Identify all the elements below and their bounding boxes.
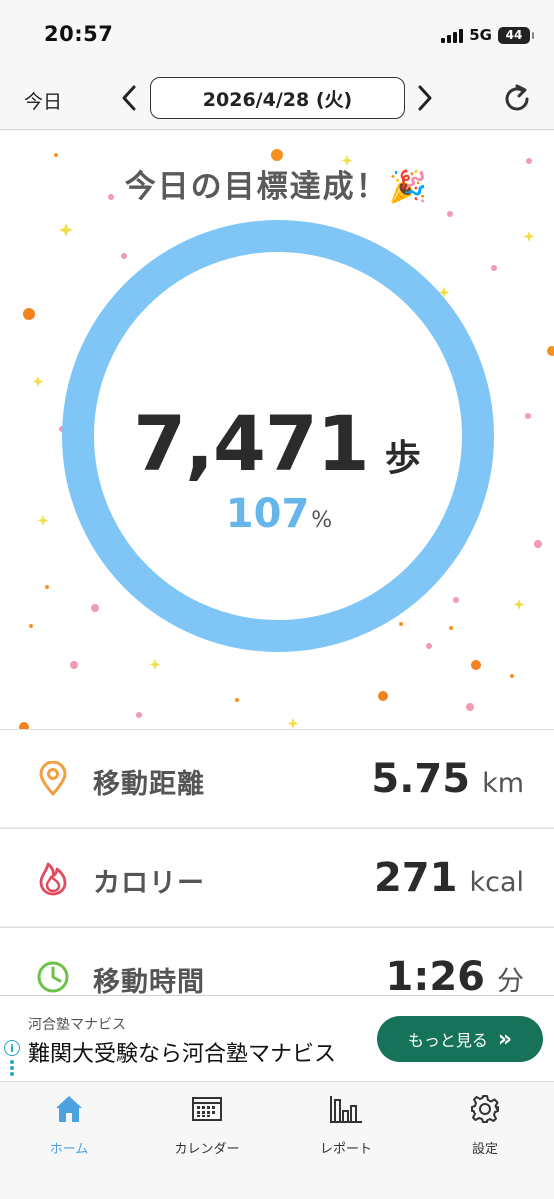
tab-label: カレンダー: [174, 1142, 240, 1157]
status-time: 20:57: [44, 22, 114, 46]
signal-icon: [441, 27, 464, 43]
bar-chart-icon: [329, 1092, 363, 1126]
clock-icon: [36, 959, 70, 995]
stat-value: 5.75 km: [371, 756, 524, 802]
steps-unit: 歩: [384, 438, 421, 479]
ad-banner[interactable]: i 河合塾マナビス 難関大受験なら河合塾マナビス もっと見る »: [0, 995, 554, 1081]
today-button[interactable]: 今日: [24, 87, 62, 114]
more-options-icon[interactable]: [10, 1060, 14, 1078]
stat-unit: kcal: [469, 867, 524, 898]
stat-label: カロリー: [93, 868, 205, 899]
percent-unit: %: [311, 508, 333, 533]
stat-row-distance: 移動距離 5.75 km: [0, 729, 554, 827]
stat-unit: km: [482, 768, 524, 799]
status-indicators: 5G 44: [441, 24, 534, 46]
chevron-left-icon[interactable]: [116, 83, 142, 113]
ad-headline[interactable]: 難関大受験なら河合塾マナビス: [28, 1036, 336, 1068]
steps-value: 7,471: [133, 399, 369, 488]
date-nav: 今日 2026/4/28 (火): [0, 70, 554, 130]
tab-bar: ホーム カレンダー レポート 設定: [0, 1081, 554, 1199]
gear-icon: [468, 1092, 502, 1126]
ad-cta-label: もっと見る: [407, 1031, 488, 1050]
goal-achieved-title: 今日の目標達成！🎉: [124, 169, 430, 205]
chevron-right-icon[interactable]: [412, 83, 438, 113]
flame-icon: [36, 860, 70, 896]
stat-row-calories: カロリー 271 kcal: [0, 828, 554, 926]
tab-calendar[interactable]: カレンダー: [152, 1092, 262, 1162]
tab-label: 設定: [471, 1142, 498, 1157]
tab-home[interactable]: ホーム: [14, 1092, 124, 1162]
percent-value: 107: [225, 491, 310, 537]
stat-label: 移動距離: [93, 769, 205, 800]
status-bar: 20:57 5G 44: [0, 0, 554, 70]
location-pin-icon: [36, 760, 70, 797]
stat-value: 1:26 分: [386, 954, 525, 1000]
tab-label: ホーム: [49, 1142, 89, 1157]
steps-display: 7,471 歩: [0, 399, 554, 488]
tab-report[interactable]: レポート: [291, 1092, 401, 1162]
date-selector[interactable]: 2026/4/28 (火): [150, 77, 405, 119]
refresh-icon[interactable]: [500, 82, 534, 116]
tab-label: レポート: [319, 1142, 372, 1157]
info-icon[interactable]: i: [4, 1040, 20, 1056]
stat-number: 5.75: [371, 756, 471, 802]
calendar-icon: [190, 1092, 224, 1126]
stat-label: 移動時間: [93, 967, 205, 998]
ad-advertiser: 河合塾マナビス: [28, 1017, 126, 1033]
network-type: 5G: [469, 26, 492, 44]
home-icon: [52, 1092, 86, 1126]
stat-unit: 分: [497, 966, 524, 997]
goal-panel: 今日の目標達成！🎉 7,471 歩 107 %: [0, 131, 554, 729]
ad-cta-button[interactable]: もっと見る »: [377, 1016, 543, 1062]
goal-percent: 107 %: [0, 491, 554, 537]
tab-settings[interactable]: 設定: [430, 1092, 540, 1162]
stat-number: 271: [373, 855, 458, 901]
double-chevron-right-icon: »: [497, 1026, 513, 1052]
stat-value: 271 kcal: [374, 855, 524, 901]
stat-number: 1:26: [385, 954, 486, 1000]
battery-icon: 44: [498, 26, 534, 44]
